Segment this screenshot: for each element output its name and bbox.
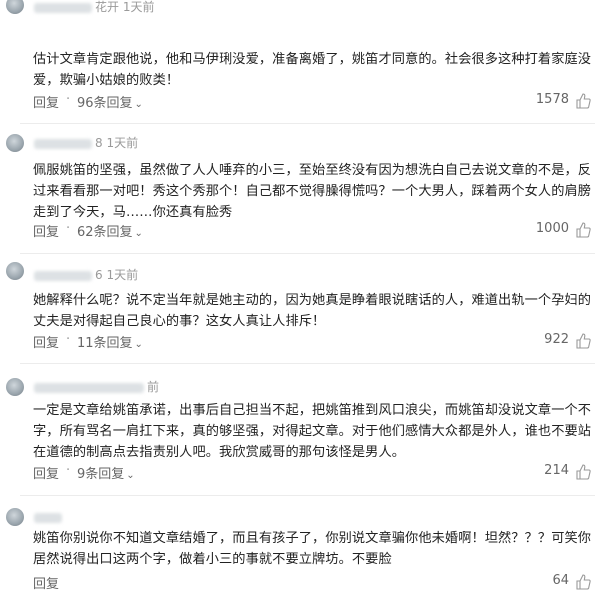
timestamp: 1天前 bbox=[122, 0, 155, 14]
comment-text: 她解释什么呢？说不定当年就是她主动的，因为她真是睁着眼说瞎话的人，难道出轨一个孕… bbox=[33, 293, 592, 329]
comment-item: 8 1天前 佩服姚笛的坚强，虽然做了人人唾弃的小三，至始至终没有因为想洗白自己去… bbox=[0, 124, 605, 254]
chevron-down-icon: ⌄ bbox=[134, 339, 143, 350]
comment-actions: 回复 · 62条回复 ⌄ 1000 bbox=[33, 221, 591, 241]
blurred-username bbox=[34, 270, 92, 281]
timestamp: 1天前 bbox=[106, 268, 139, 282]
like-count: 1000 bbox=[535, 221, 569, 236]
like-count: 1578 bbox=[535, 92, 569, 107]
comment-item: 6 1天前 她解释什么呢？说不定当年就是她主动的，因为她真是睁着眼说瞎话的人，难… bbox=[0, 254, 605, 364]
comment-item: 前 一定是文章给姚笛承诺，出事后自己担当不起，把姚笛推到风口浪尖，而姚笛却没说文… bbox=[0, 364, 605, 496]
blurred-username bbox=[34, 512, 62, 523]
separator: · bbox=[66, 221, 71, 236]
comment-actions: 回复 · 11条回复 ⌄ 922 bbox=[33, 332, 591, 352]
chevron-down-icon: ⌄ bbox=[134, 228, 143, 239]
like-count: 922 bbox=[544, 332, 569, 347]
reply-button[interactable]: 回复 bbox=[33, 221, 59, 240]
avatar[interactable] bbox=[6, 262, 24, 280]
replies-count: 96条回复 bbox=[77, 96, 133, 111]
thumbs-up-icon[interactable] bbox=[575, 93, 591, 109]
like-count: 214 bbox=[544, 463, 569, 478]
replies-count: 11条回复 bbox=[77, 336, 133, 351]
timestamp: 前 bbox=[147, 380, 160, 394]
avatar[interactable] bbox=[6, 0, 24, 14]
comment-text: 姚笛你别说你不知道文章结婚了，而且有孩子了，你别说文章骗你他未婚啊！坦然？？？可… bbox=[33, 531, 592, 567]
comment-meta: 6 1天前 bbox=[34, 266, 138, 283]
separator: · bbox=[66, 332, 71, 347]
separator: · bbox=[66, 463, 71, 478]
avatar[interactable] bbox=[6, 508, 24, 526]
comment-meta: 前 bbox=[34, 378, 159, 395]
view-replies-button[interactable]: 62条回复 ⌄ bbox=[77, 221, 143, 240]
blurred-username bbox=[34, 138, 92, 149]
thumbs-up-icon[interactable] bbox=[575, 464, 591, 480]
view-replies-button[interactable]: 96条回复 ⌄ bbox=[77, 92, 143, 111]
reply-button[interactable]: 回复 bbox=[33, 332, 59, 351]
thumbs-up-icon[interactable] bbox=[575, 574, 591, 590]
comment-text: 一定是文章给姚笛承诺，出事后自己担当不起，把姚笛推到风口浪尖，而姚笛却没说文章一… bbox=[33, 403, 592, 460]
comment-meta: 花开 1天前 bbox=[34, 0, 154, 15]
avatar[interactable] bbox=[6, 134, 24, 152]
comment-text: 佩服姚笛的坚强，虽然做了人人唾弃的小三，至始至终没有因为想洗白自己去说文章的不是… bbox=[33, 163, 592, 220]
thumbs-up-icon[interactable] bbox=[575, 222, 591, 238]
comment-actions: 回复 · 96条回复 ⌄ 1578 bbox=[33, 92, 591, 112]
avatar[interactable] bbox=[6, 378, 24, 396]
comment-meta: 8 1天前 bbox=[34, 134, 138, 151]
replies-count: 9条回复 bbox=[77, 467, 125, 482]
like-count: 64 bbox=[552, 573, 569, 588]
chevron-down-icon: ⌄ bbox=[126, 470, 135, 481]
thumbs-up-icon[interactable] bbox=[575, 333, 591, 349]
username[interactable]: 6 bbox=[95, 268, 103, 282]
comment-actions: 回复 · 9条回复 ⌄ 214 bbox=[33, 463, 591, 483]
reply-button[interactable]: 回复 bbox=[33, 463, 59, 482]
comment-text: 估计文章肯定跟他说，他和马伊琍没爱，准备离婚了，姚笛才同意的。社会很多这种打着家… bbox=[33, 52, 592, 88]
comment-item: 花开 1天前 估计文章肯定跟他说，他和马伊琍没爱，准备离婚了，姚笛才同意的。社会… bbox=[0, 0, 605, 124]
blurred-username bbox=[34, 382, 144, 393]
comment-item: 姚笛你别说你不知道文章结婚了，而且有孩子了，你别说文章骗你他未婚啊！坦然？？？可… bbox=[0, 496, 605, 600]
comment-actions: 回复 64 bbox=[33, 573, 591, 593]
reply-button[interactable]: 回复 bbox=[33, 573, 59, 592]
view-replies-button[interactable]: 11条回复 ⌄ bbox=[77, 332, 143, 351]
replies-count: 62条回复 bbox=[77, 225, 133, 240]
view-replies-button[interactable]: 9条回复 ⌄ bbox=[77, 463, 135, 482]
blurred-username bbox=[34, 2, 92, 13]
separator: · bbox=[66, 92, 71, 107]
username[interactable]: 8 bbox=[95, 136, 103, 150]
reply-button[interactable]: 回复 bbox=[33, 92, 59, 111]
comment-meta bbox=[34, 510, 65, 524]
timestamp: 1天前 bbox=[106, 136, 139, 150]
chevron-down-icon: ⌄ bbox=[134, 99, 143, 110]
username[interactable]: 花开 bbox=[95, 0, 119, 14]
